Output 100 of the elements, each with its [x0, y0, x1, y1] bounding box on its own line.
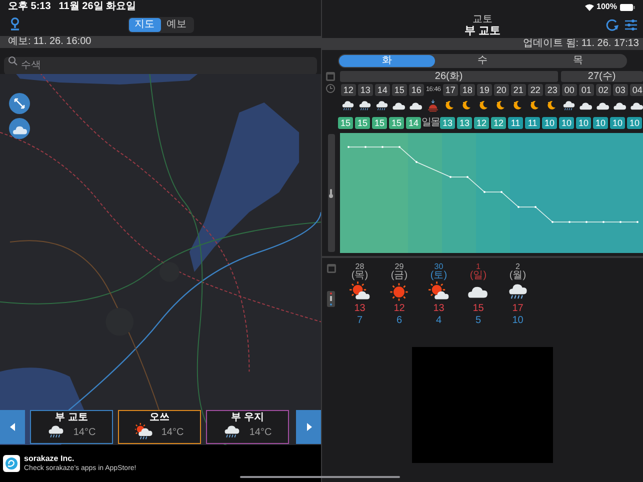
temperature-badge: 15: [389, 117, 404, 129]
daily-low: 10: [512, 315, 524, 327]
card-location-name: 부 우지: [231, 413, 264, 423]
prefecture-name: 교토: [472, 14, 492, 24]
search-icon: [8, 56, 18, 66]
day-header: 26(화): [340, 71, 558, 82]
temperature-badge: 10: [627, 117, 642, 129]
temperature-badge: 13: [457, 117, 472, 129]
hour-label: 18: [460, 84, 475, 96]
rain-cloud-icon: [562, 99, 576, 113]
status-time: 오후 5:13: [8, 2, 51, 12]
temperature-badge: 10: [542, 117, 557, 129]
right-arrow-icon: [306, 423, 312, 431]
temperature-badge: 15: [372, 117, 387, 129]
battery-percent: 100%: [596, 3, 617, 11]
day-tab[interactable]: 목: [530, 55, 626, 67]
daily-low: 7: [356, 315, 363, 327]
ad-title: sorakaze Inc.: [24, 454, 76, 464]
settings-sliders-icon[interactable]: [625, 19, 637, 31]
temperature-badge: 10: [593, 117, 608, 129]
temperature-badge: 10: [576, 117, 591, 129]
hour-label: 22: [528, 84, 543, 96]
city-name: 부 교토: [464, 24, 501, 38]
hour-label: 01: [578, 84, 594, 96]
hour-label: 12: [340, 84, 356, 96]
hour-label: 02: [596, 84, 611, 96]
hour-label: 17: [442, 84, 458, 96]
hour-label: 19: [476, 84, 492, 96]
card-temperature: 14°C: [73, 426, 96, 440]
search-field[interactable]: 수색: [4, 56, 317, 74]
daily-date: 1: [476, 262, 480, 271]
hour-label: 14: [374, 84, 390, 96]
daily-date: 29: [394, 262, 404, 271]
card-temperature: 14°C: [161, 426, 184, 440]
rain-cloud-icon: [375, 99, 390, 113]
temperature-badge: 11: [508, 117, 523, 129]
temperature-badge: 14: [406, 117, 421, 129]
daily-date: 30: [434, 262, 444, 271]
refresh-icon[interactable]: [606, 19, 619, 31]
temperature-badge: 13: [440, 117, 455, 129]
temperature-badge: 10: [559, 117, 574, 129]
sunset-label: 일몰: [422, 117, 440, 129]
sun-icon: [388, 281, 410, 303]
day-tab[interactable]: 수: [434, 55, 530, 67]
daily-weekday: (목): [351, 271, 368, 281]
hour-label: 20: [494, 84, 509, 96]
previous-button[interactable]: [0, 410, 25, 444]
left-arrow-icon: [10, 423, 16, 431]
location-card[interactable]: 오쓰 14°C: [118, 410, 201, 444]
clock-icon: [326, 84, 336, 93]
hour-label: 15: [392, 84, 407, 96]
daily-high: 15: [472, 303, 484, 315]
battery-icon: [620, 4, 635, 10]
temperature-badge: 15: [355, 117, 370, 129]
hour-label: 21: [510, 84, 526, 96]
daily-date: 28: [355, 262, 364, 271]
temperature-badge: 15: [338, 117, 353, 129]
location-pin-icon[interactable]: [10, 17, 20, 32]
thermometer-icon: [329, 188, 333, 198]
location-card[interactable]: 부 교토 14°C: [30, 410, 113, 444]
thermometer-icon: [327, 291, 335, 307]
hour-label: 23: [544, 84, 560, 96]
daily-weekday: (월): [509, 271, 526, 281]
sunset-icon: [428, 99, 439, 112]
hour-label: 00: [562, 84, 577, 96]
daily-weekday: (일): [470, 271, 487, 281]
temperature-badge: 10: [610, 117, 625, 129]
hour-label: 13: [358, 84, 373, 96]
mode-tab[interactable]: 예보: [160, 18, 192, 32]
day-header: 27(수): [560, 71, 643, 82]
daily-weekday: (금): [390, 271, 408, 281]
hour-label: 03: [612, 84, 628, 96]
location-card[interactable]: 부 우지 14°C: [206, 410, 289, 444]
updated-time: 업데이트 됨: 11. 26. 17:13: [523, 39, 639, 49]
daily-date: 2: [516, 262, 520, 271]
hour-label: 16: [408, 84, 424, 96]
next-button[interactable]: [296, 410, 321, 444]
rain-cloud-icon: [341, 99, 356, 113]
daily-low: 6: [396, 315, 402, 327]
daily-weekday: (토): [430, 271, 448, 281]
daily-low: 5: [475, 315, 482, 327]
calendar-icon: [326, 264, 336, 273]
temperature-badge: 12: [491, 117, 506, 129]
daily-high: 13: [354, 303, 366, 315]
daily-low: 4: [436, 315, 442, 327]
daily-high: 13: [433, 303, 444, 315]
rain-cloud-icon: [358, 99, 372, 113]
forecast-time: 예보: 11. 26. 16:00: [8, 37, 92, 47]
daily-high: 12: [394, 303, 405, 315]
temperature-badge: 11: [525, 117, 540, 129]
wifi-icon: [584, 4, 594, 10]
app-logo-icon: [3, 455, 20, 472]
card-location-name: 오쓰: [150, 413, 170, 423]
daily-high: 17: [512, 303, 524, 315]
arrows-icon: [13, 97, 26, 110]
temperature-badge: 12: [474, 117, 489, 129]
status-date: 11월 26일 화요일: [58, 2, 136, 12]
hour-label: 04: [630, 84, 643, 96]
calendar-icon: [326, 72, 336, 81]
sun-rain-cloud-icon: [135, 423, 154, 441]
